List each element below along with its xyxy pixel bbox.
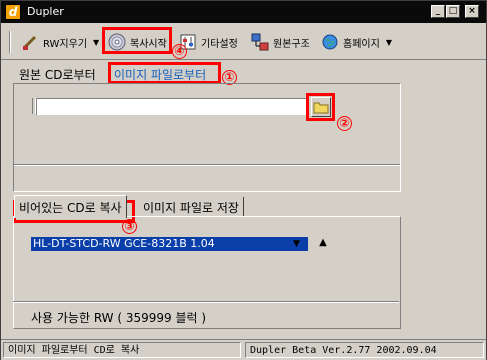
eject-icon[interactable]: ▲ [317, 237, 329, 249]
chevron-down-icon[interactable]: ▼ [293, 239, 300, 249]
annotation-box-start-copy [102, 27, 172, 54]
annotation-box-image-source [108, 62, 221, 84]
homepage-button[interactable]: 홈페이지 ▼ [321, 31, 392, 53]
drive-select[interactable]: HL-DT-STCD-RW GCE-8321B 1.04 [31, 237, 308, 251]
toolbar-grip [9, 31, 11, 53]
tab-copy-to-blank-cd[interactable]: 비어있는 CD로 복사 [14, 195, 127, 218]
rw-erase-button[interactable]: RW지우기 ▼ [21, 31, 99, 53]
other-settings-button[interactable]: 기타설정 [179, 31, 238, 53]
close-button[interactable]: × [465, 5, 479, 18]
rw-erase-label: RW지우기 [43, 38, 88, 50]
other-settings-label: 기타설정 [201, 38, 238, 50]
source-structure-button[interactable]: 원본구조 [251, 31, 310, 53]
homepage-label: 홈페이지 [343, 38, 380, 50]
rw-divider [13, 301, 399, 303]
maximize-button[interactable]: □ [446, 5, 460, 18]
rw-available-text: 사용 가능한 RW ( 359999 블럭 ) [31, 311, 207, 325]
app-logo-icon: d [5, 4, 21, 20]
tab-save-as-image-label: 이미지 파일로 저장 [143, 200, 239, 215]
title-bar[interactable]: d Dupler _ □ × [1, 1, 486, 23]
annotation-number-4: ④ [172, 44, 187, 59]
chevron-down-icon[interactable]: ▼ [93, 38, 99, 47]
source-structure-label: 원본구조 [273, 38, 310, 50]
annotation-box-browse [306, 93, 335, 121]
annotation-number-2: ② [337, 116, 352, 131]
tab-copy-to-blank-cd-label: 비어있는 CD로 복사 [19, 200, 122, 215]
tab-save-as-image[interactable]: 이미지 파일로 저장 [139, 197, 244, 217]
source-panel [13, 83, 401, 192]
dupler-window: d Dupler _ □ × RW지우기 ▼ 복사시작 기타설정 원본구조 홈페… [0, 0, 487, 360]
structure-icon [251, 33, 269, 51]
chevron-down-icon[interactable]: ▼ [386, 38, 392, 47]
rw-erase-icon [21, 33, 39, 51]
toolbar: RW지우기 ▼ 복사시작 기타설정 원본구조 홈페이지 ▼ [1, 25, 486, 60]
source-cd-label[interactable]: 원본 CD로부터 [19, 66, 96, 83]
panel-divider [14, 164, 400, 166]
window-title: Dupler [27, 5, 64, 18]
status-bar: 이미지 파일로부터 CD로 복사 Dupler Beta Ver.2.77 20… [1, 339, 486, 360]
status-left: 이미지 파일로부터 CD로 복사 [3, 342, 241, 358]
minimize-button[interactable]: _ [431, 5, 445, 18]
globe-icon [321, 33, 339, 51]
status-right: Dupler Beta Ver.2.77 2002.09.04 [245, 342, 484, 358]
source-path-field[interactable] [36, 98, 309, 115]
